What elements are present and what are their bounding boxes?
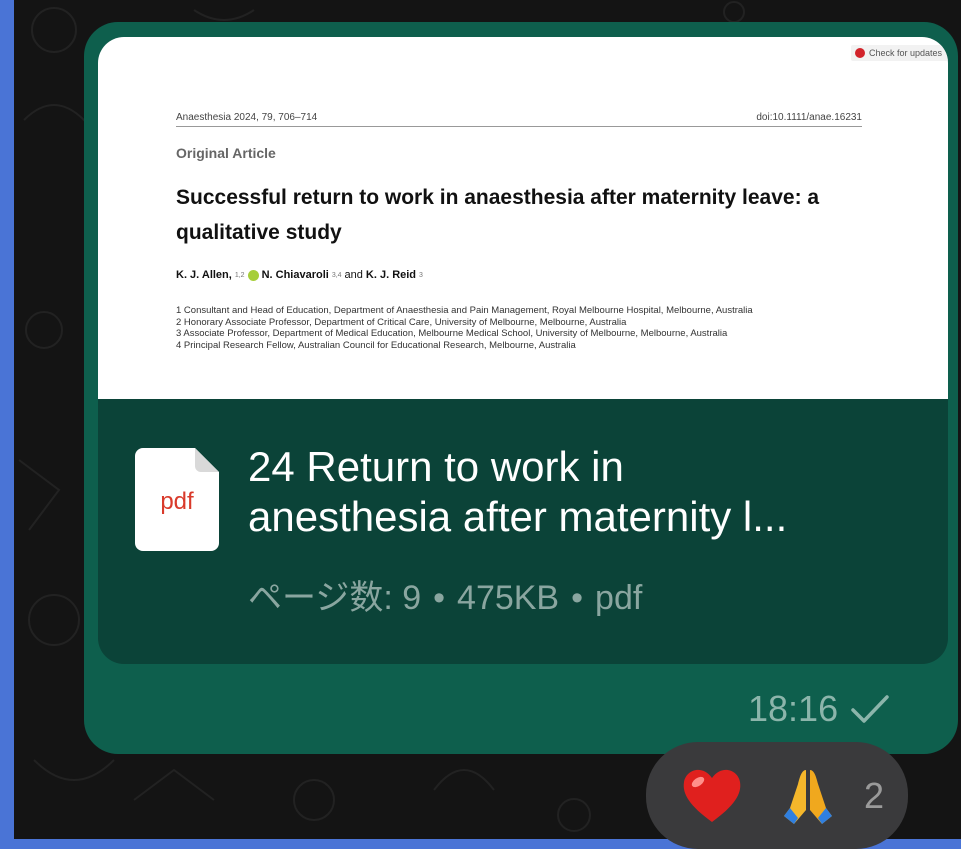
- author-3: K. J. Reid: [365, 269, 417, 281]
- check-updates-label: Check for updates: [868, 48, 942, 58]
- author-1: K. J. Allen,: [176, 269, 232, 281]
- orcid-icon: [247, 269, 259, 281]
- affiliation-2: 2 Honorary Associate Professor, Departme…: [176, 316, 627, 328]
- page-count: ページ数: 9: [248, 579, 422, 617]
- authors-and: and: [344, 269, 363, 281]
- journal-header: Anaesthesia 2024, 79, 706–714 doi:10.111…: [176, 112, 862, 123]
- doi: doi:10.1111/anae.16231: [756, 112, 862, 123]
- author-2: N. Chiavaroli: [261, 269, 329, 281]
- check-icon: [851, 695, 889, 723]
- paper-title: Successful return to work in anaesthesia…: [176, 186, 820, 244]
- article-section: Original Article: [176, 145, 276, 161]
- crossmark-icon: [854, 48, 865, 58]
- affiliation-1: 1 Consultant and Head of Education, Depa…: [176, 305, 753, 316]
- time-label: 18:16: [748, 688, 839, 729]
- author-3-affil: 3: [419, 271, 423, 279]
- affiliations: 1 Consultant and Head of Education, Depa…: [176, 305, 866, 351]
- document-preview[interactable]: Check for updates Anaesthesia 2024, 79, …: [98, 37, 948, 399]
- file-meta: ページ数: 9 • 475KB • pdf: [248, 570, 642, 619]
- meta-separator: •: [571, 579, 584, 617]
- meta-separator: •: [433, 579, 446, 617]
- affiliation-3: 3 Associate Professor, Department of Med…: [176, 328, 728, 339]
- file-attachment-card[interactable]: Check for updates Anaesthesia 2024, 79, …: [98, 37, 948, 664]
- reactions-bar[interactable]: 2: [646, 742, 908, 849]
- pdf-file-icon[interactable]: pdf: [135, 448, 219, 551]
- message-timestamp: 18:16: [748, 688, 890, 730]
- reaction-count: 2: [864, 774, 885, 816]
- author-1-affil: 1,2: [234, 271, 245, 279]
- file-name[interactable]: 24 Return to work in anesthesia after ma…: [248, 442, 928, 542]
- red-heart-icon[interactable]: [680, 764, 744, 828]
- header-rule: [176, 126, 862, 127]
- folded-hands-icon[interactable]: [776, 764, 840, 828]
- authors-line: K. J. Allen, 1,2 N. Chiavaroli 3,4 and K…: [176, 269, 423, 281]
- journal-ref: Anaesthesia 2024, 79, 706–714: [176, 112, 318, 123]
- affiliation-4: 4 Principal Research Fellow, Australian …: [176, 339, 576, 351]
- file-size: 475KB: [457, 579, 560, 617]
- pdf-icon-label: pdf: [160, 488, 194, 515]
- file-type: pdf: [595, 579, 643, 617]
- check-for-updates-badge: Check for updates: [850, 45, 948, 61]
- author-2-affil: 3,4: [331, 271, 342, 279]
- file-name-line-2: anesthesia after maternity l...: [248, 493, 788, 540]
- file-name-line-1: 24 Return to work in: [248, 443, 624, 490]
